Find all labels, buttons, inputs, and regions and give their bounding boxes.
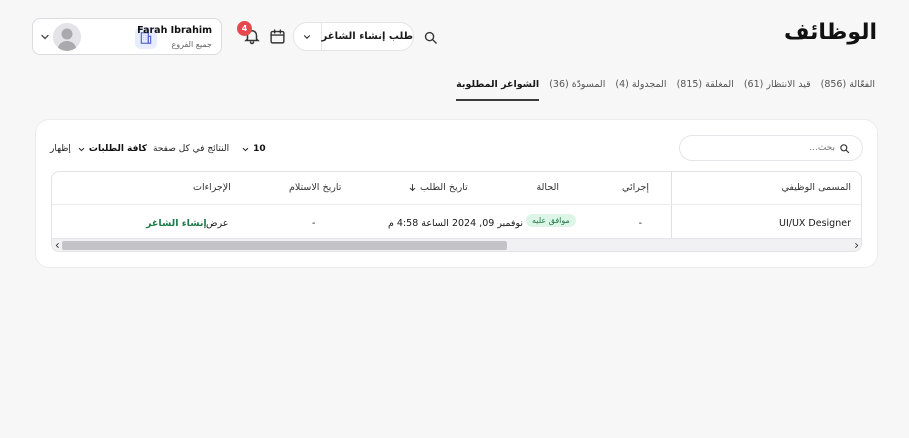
column-header-actions: الإجراءات: [193, 182, 231, 193]
search-input[interactable]: [695, 143, 835, 153]
search-icon[interactable]: [420, 27, 440, 47]
user-name: Farah Ibrahim: [137, 25, 212, 36]
request-date-label: تاريخ الطلب: [420, 182, 468, 193]
column-header-receive-date[interactable]: تاريخ الاستلام: [289, 182, 341, 193]
requests-table: المسمى الوظيفي إجرائي الحالة تاريخ الطلب…: [51, 171, 862, 252]
chevron-down-icon: [41, 34, 49, 40]
column-header-job-title[interactable]: المسمى الوظيفي: [781, 182, 851, 193]
tab-pending[interactable]: قيد الانتظار (61): [744, 75, 811, 101]
cell-receive-date: -: [312, 218, 316, 229]
chevron-down-icon: [78, 147, 85, 151]
table-search: [679, 135, 863, 161]
search-icon: [840, 143, 850, 153]
sticky-column-divider: [671, 172, 672, 240]
create-options-dropdown[interactable]: [294, 23, 322, 50]
horizontal-scrollbar[interactable]: [52, 238, 861, 251]
cell-job-title: UI/UX Designer: [779, 218, 851, 229]
chevron-down-icon: [304, 34, 311, 39]
status-tabs: الفعّالة (856) قيد الانتظار (61) المغلقة…: [456, 75, 875, 101]
user-menu[interactable]: Farah Ibrahim جميع الفروع: [32, 18, 222, 55]
create-vacancy-request-button[interactable]: طلب إنشاء الشاغر: [322, 23, 413, 50]
scrollbar-thumb[interactable]: [62, 241, 507, 250]
scroll-left-icon[interactable]: [53, 241, 61, 250]
view-action-link[interactable]: عرض: [206, 218, 228, 229]
cell-request-date: نوفمبر 09, 2024 الساعة 4:58 م: [388, 218, 524, 229]
tab-scheduled[interactable]: المجدولة (4): [615, 75, 666, 101]
page-title: الوظائف: [783, 20, 877, 45]
status-badge: موافق عليه: [526, 214, 576, 227]
create-vacancy-link[interactable]: إنشاء الشاغر: [146, 218, 207, 229]
requests-card: إظهار كافة الطلبات النتائج في كل صفحة 10…: [35, 119, 878, 268]
column-header-procedure[interactable]: إجرائي: [622, 182, 649, 193]
chevron-down-icon: [242, 147, 249, 151]
calendar-icon[interactable]: [269, 28, 286, 45]
arrow-down-icon: [409, 184, 416, 192]
cell-procedure: -: [638, 218, 642, 229]
tab-draft[interactable]: المسودّة (36): [549, 75, 605, 101]
column-header-status[interactable]: الحالة: [536, 182, 559, 193]
per-page-select[interactable]: 10: [241, 144, 266, 154]
per-page-label: النتائج في كل صفحة: [153, 144, 230, 154]
scroll-right-icon[interactable]: [852, 241, 860, 250]
table-controls: إظهار كافة الطلبات النتائج في كل صفحة 10: [50, 140, 266, 158]
user-branch: جميع الفروع: [171, 40, 212, 49]
request-filter-value: كافة الطلبات: [88, 144, 148, 154]
column-header-request-date[interactable]: تاريخ الطلب: [408, 182, 468, 193]
per-page-value: 10: [253, 144, 266, 154]
create-vacancy-button-group: طلب إنشاء الشاغر: [293, 22, 414, 51]
tab-requested-vacancies[interactable]: الشواغر المطلوبة: [456, 75, 540, 101]
avatar: [53, 23, 81, 51]
header-divider: [52, 204, 861, 205]
show-label: إظهار: [50, 144, 71, 154]
notification-badge: 4: [237, 21, 252, 36]
tab-active[interactable]: الفعّالة (856): [821, 75, 875, 101]
tab-closed[interactable]: المغلقة (815): [677, 75, 734, 101]
request-filter-select[interactable]: كافة الطلبات: [77, 144, 147, 154]
